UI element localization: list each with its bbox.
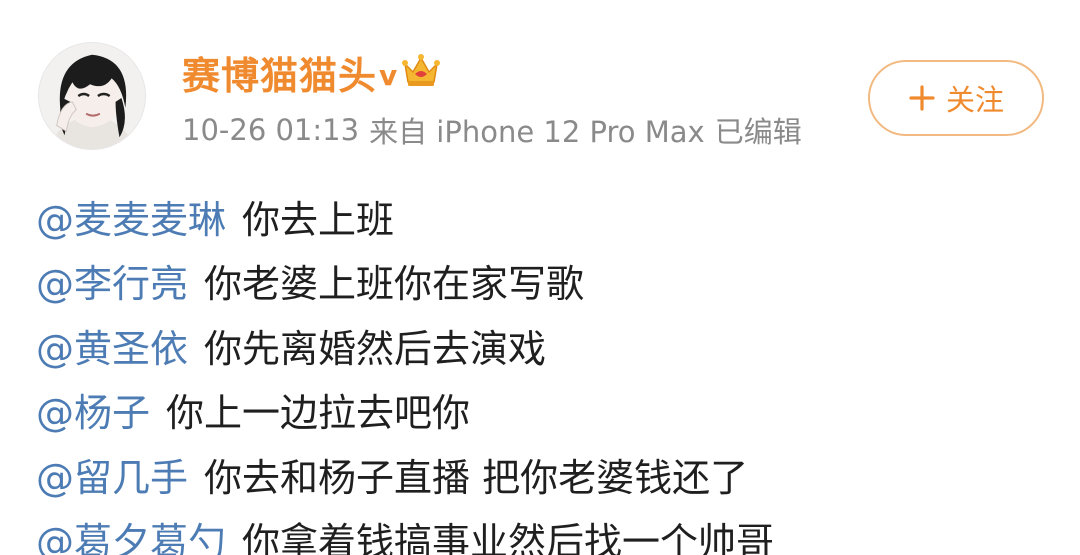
post-meta: 10-26 01:13 来自 iPhone 12 Pro Max 已编辑 (182, 108, 802, 152)
content-line: @黄圣依 你先离婚然后去演戏 (36, 313, 774, 378)
line-text: 你老婆上班你在家写歌 (204, 262, 585, 307)
post-source: 来自 iPhone 12 Pro Max (369, 115, 705, 149)
content-line: @杨子 你上一边拉去吧你 (36, 378, 774, 443)
content-line: @李行亮 你老婆上班你在家写歌 (36, 249, 774, 314)
edited-label[interactable]: 已编辑 (715, 109, 802, 151)
mention-link[interactable]: @李行亮 (36, 253, 188, 308)
mention-link[interactable]: @黄圣依 (36, 318, 188, 373)
avatar-illustration (39, 43, 145, 149)
weibo-post: 赛博猫猫头 v 10-26 01:13 来自 iPhone 12 Pro Max… (0, 0, 1080, 555)
post-content: @麦麦麦琳 你去上班 @李行亮 你老婆上班你在家写歌 @黄圣依 你先离婚然后去演… (36, 184, 774, 555)
mention-link[interactable]: @杨子 (36, 382, 150, 437)
content-line: @留几手 你去和杨子直播 把你老婆钱还了 (36, 442, 774, 507)
line-text: 你去和杨子直播 把你老婆钱还了 (204, 455, 749, 500)
username-row: 赛博猫猫头 v (182, 46, 441, 98)
line-text: 你上一边拉去吧你 (166, 391, 471, 436)
mention-link[interactable]: @留几手 (36, 447, 188, 502)
timestamp: 10-26 01:13 (182, 113, 360, 147)
avatar[interactable] (38, 42, 146, 150)
plus-icon (909, 85, 935, 111)
line-text: 你先离婚然后去演戏 (204, 326, 547, 371)
follow-button[interactable]: 关注 (868, 60, 1044, 136)
line-text: 你拿着钱搞事业然后找一个帅哥 (242, 520, 775, 555)
vip-badge: v (379, 58, 398, 92)
content-line: @麦麦麦琳 你去上班 (36, 184, 774, 249)
follow-label: 关注 (945, 83, 1004, 117)
crown-icon (401, 52, 441, 88)
content-line: @葛夕葛勺 你拿着钱搞事业然后找一个帅哥 (36, 507, 774, 555)
username[interactable]: 赛博猫猫头 (182, 45, 377, 100)
mention-link[interactable]: @麦麦麦琳 (36, 189, 226, 244)
line-text: 你去上班 (242, 197, 395, 242)
mention-link[interactable]: @葛夕葛勺 (36, 511, 226, 555)
